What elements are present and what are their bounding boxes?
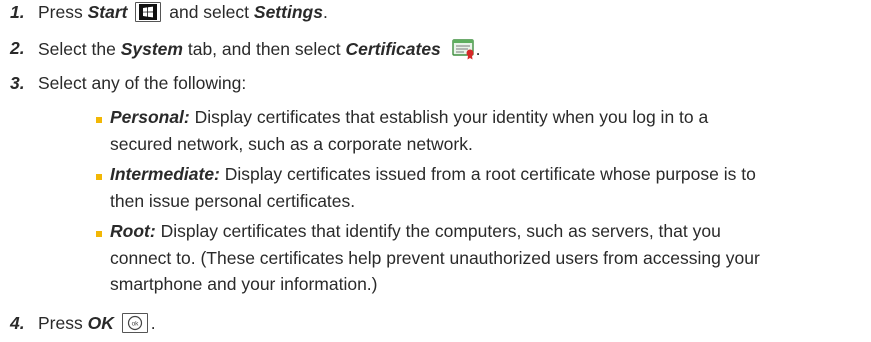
option-personal: Personal: Display certificates that esta… [110, 104, 708, 157]
option-term: Root: [110, 221, 156, 241]
start-label: Start [87, 2, 128, 22]
step-text: Press [38, 2, 83, 22]
step-text: and select [169, 2, 250, 22]
option-root: Root: Display certificates that identify… [110, 218, 760, 298]
option-line: connect to. (These certificates help pre… [110, 247, 760, 268]
step-text: tab, and then select [187, 39, 341, 59]
system-label: System [120, 39, 183, 59]
option-line: Display certificates that identify the c… [160, 221, 721, 241]
period: . [475, 39, 481, 59]
ok-key-icon: ok [121, 313, 148, 333]
option-line: Display certificates issued from a root … [224, 164, 756, 184]
certificates-label: Certificates [345, 39, 441, 59]
step-number: 2. [10, 38, 25, 58]
option-term: Personal: [110, 107, 190, 127]
step-number: 4. [10, 313, 25, 333]
windows-start-key-icon [135, 2, 162, 22]
period: . [322, 2, 328, 22]
step-text: Select the [38, 39, 116, 59]
step-text: Press [38, 313, 83, 333]
option-line: secured network, such as a corporate net… [110, 133, 473, 154]
period: . [150, 313, 156, 333]
option-term: Intermediate: [110, 164, 220, 184]
certificates-icon [451, 38, 476, 65]
step-number: 3. [10, 73, 25, 93]
step-text: Select any of the following: [38, 73, 247, 93]
option-line: then issue personal certificates. [110, 190, 356, 211]
option-line: Display certificates that establish your… [194, 107, 709, 127]
option-intermediate: Intermediate: Display certificates issue… [110, 161, 756, 214]
bullet-icon [96, 117, 102, 123]
bullet-icon [96, 231, 102, 237]
ok-label: OK [87, 313, 114, 333]
settings-label: Settings [253, 2, 323, 22]
option-line: smartphone and your information.) [110, 274, 378, 294]
svg-text:ok: ok [131, 321, 139, 328]
bullet-icon [96, 174, 102, 180]
step-number: 1. [10, 2, 25, 22]
